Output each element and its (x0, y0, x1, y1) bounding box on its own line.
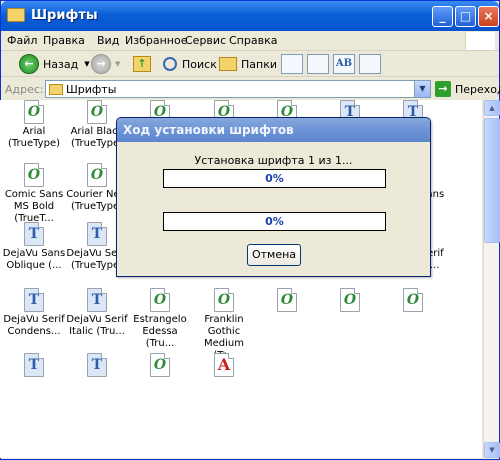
truetype-font-icon: T (24, 288, 44, 312)
address-value: Шрифты (66, 83, 117, 96)
truetype-font-icon: T (87, 353, 107, 377)
menu-edit[interactable]: Правка (43, 34, 85, 47)
folder-icon (49, 84, 63, 95)
font-item[interactable]: OFranklin Gothic Medium (Tr... (192, 288, 256, 362)
font-label: Arial (TrueType) (7, 126, 60, 149)
font-item[interactable]: T DejaVu Sans Oblique (... (2, 222, 66, 272)
close-button[interactable]: × (478, 6, 499, 27)
font-item[interactable]: O Comic Sans MS Bold (TrueT... (2, 163, 66, 225)
menu-tools[interactable]: Сервис (185, 34, 226, 47)
forward-arrow-icon: → (91, 54, 111, 74)
opentype-font-icon: O (150, 288, 170, 312)
search-label: Поиск (182, 57, 217, 71)
font-label: DejaVu Serif Italic (Tru... (66, 314, 128, 337)
font-item[interactable]: T (65, 353, 129, 379)
truetype-font-icon: T (87, 288, 107, 312)
go-label: Переход (455, 82, 500, 96)
address-label: Адрес: (5, 83, 44, 96)
cancel-button[interactable]: Отмена (247, 244, 301, 266)
font-item[interactable]: O (318, 288, 382, 314)
folders-icon (219, 57, 237, 71)
font-label: DejaVu Sans Oblique (... (2, 248, 66, 271)
font-item[interactable]: T DejaVu Serif Italic (Tru... (65, 288, 129, 338)
font-item[interactable]: T (2, 353, 66, 379)
folders-button[interactable]: Папки (219, 53, 277, 75)
forward-button[interactable]: → ▼ (91, 53, 120, 75)
progress-bar-total: 0% (163, 212, 386, 231)
back-button[interactable]: ← Назад ▼ (19, 53, 90, 75)
opentype-font-icon: O (24, 163, 44, 187)
minimize-button[interactable]: _ (432, 6, 453, 27)
dialog-title: Ход установки шрифтов (123, 123, 294, 137)
address-dropdown-icon[interactable]: ▼ (414, 81, 430, 97)
title-bar[interactable]: Шрифты _ □ × (1, 1, 499, 31)
font-label: Estrangelo Edessa (Tru... (133, 314, 187, 349)
font-item[interactable]: TDejaVu Serif Condens... (2, 288, 66, 338)
view-details-button[interactable] (359, 54, 381, 74)
windows-logo-icon (465, 32, 495, 50)
maximize-button[interactable]: □ (455, 6, 476, 27)
opentype-font-icon: O (87, 163, 107, 187)
search-icon (163, 57, 177, 71)
font-item[interactable]: O (381, 288, 445, 314)
opentype-font-icon: O (87, 100, 107, 124)
menu-file[interactable]: Файл (7, 34, 37, 47)
font-label: DejaVu Serif Condens... (3, 314, 65, 337)
opentype-font-icon: O (277, 288, 297, 312)
font-label: Comic Sans MS Bold (TrueT... (4, 189, 64, 224)
opentype-font-icon: O (24, 100, 44, 124)
dialog-title-bar[interactable]: Ход установки шрифтов (117, 118, 430, 142)
font-item[interactable]: O Arial (TrueType) (2, 100, 66, 150)
truetype-font-icon: T (24, 353, 44, 377)
folders-label: Папки (241, 57, 277, 71)
menu-view[interactable]: Вид (97, 34, 119, 47)
address-input[interactable]: Шрифты ▼ (45, 80, 431, 98)
font-item[interactable]: O (128, 353, 192, 379)
view-icons-button[interactable] (307, 54, 329, 74)
folder-icon (7, 8, 25, 22)
opentype-font-icon: O (403, 288, 423, 312)
dropdown-arrow-icon[interactable]: ▼ (115, 60, 120, 68)
progress-bar-current: 0% (163, 169, 386, 188)
bitmap-font-icon: A (214, 353, 234, 377)
truetype-font-icon: T (87, 222, 107, 246)
back-arrow-icon: ← (19, 54, 39, 74)
view-thumbnails-button[interactable] (281, 54, 303, 74)
opentype-font-icon: O (214, 288, 234, 312)
menu-help[interactable]: Справка (229, 34, 277, 47)
window-title: Шрифты (31, 8, 98, 23)
opentype-font-icon: O (150, 353, 170, 377)
font-item[interactable]: O (255, 288, 319, 314)
search-button[interactable]: Поиск (163, 53, 217, 75)
font-item[interactable]: A (192, 353, 256, 379)
menu-bar: Файл Правка Вид Избранное Сервис Справка (1, 31, 499, 51)
go-arrow-icon: → (435, 81, 451, 97)
toolbar: ← Назад ▼ → ▼ ↑ Поиск Папки AB (1, 51, 499, 77)
font-item[interactable]: O Estrangelo Edessa (Tru... (128, 288, 192, 350)
view-similarity-button[interactable]: AB (333, 54, 355, 74)
go-button[interactable]: → Переход (435, 80, 500, 98)
scroll-down-icon[interactable]: ▼ (484, 442, 500, 458)
address-bar: Адрес: Шрифты ▼ → Переход (1, 77, 500, 101)
scroll-up-icon[interactable]: ▲ (484, 100, 500, 116)
up-folder-icon: ↑ (133, 56, 151, 72)
back-label: Назад (43, 57, 79, 71)
vertical-scrollbar[interactable]: ▲ ▼ (483, 100, 500, 458)
menu-favorites[interactable]: Избранное (125, 34, 187, 47)
dropdown-arrow-icon[interactable]: ▼ (84, 60, 89, 68)
opentype-font-icon: O (340, 288, 360, 312)
font-install-dialog: Ход установки шрифтов Установка шрифта 1… (116, 117, 431, 277)
truetype-font-icon: T (24, 222, 44, 246)
dialog-message: Установка шрифта 1 из 1... (194, 154, 353, 167)
up-folder-button[interactable]: ↑ (133, 53, 151, 75)
scroll-thumb[interactable] (484, 118, 500, 243)
